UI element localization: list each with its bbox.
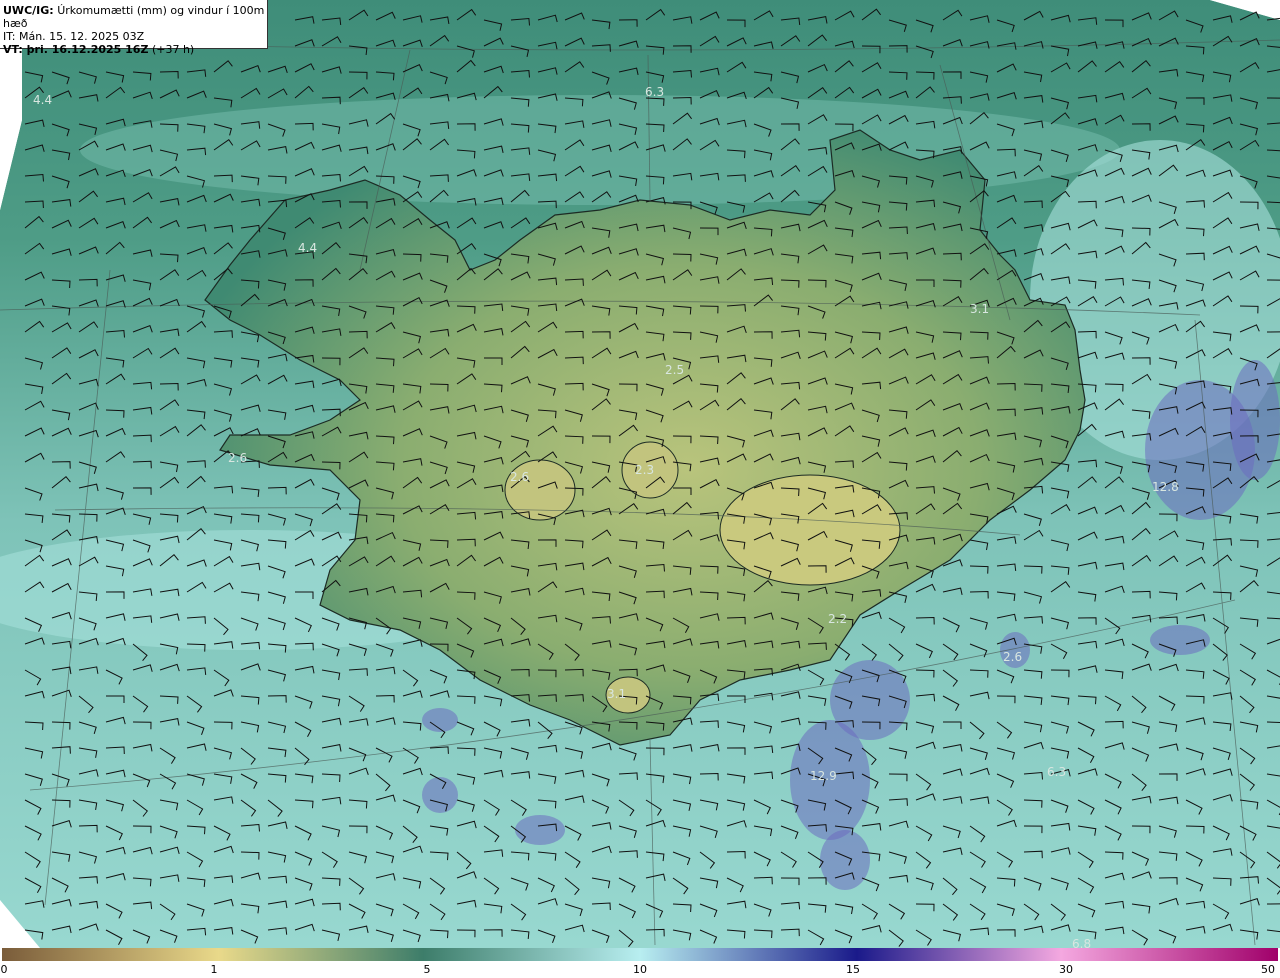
precip-value-label: 2.2 bbox=[828, 612, 847, 626]
precip-value-label: 12.8 bbox=[1152, 480, 1179, 494]
title-prefix: UWC/IG: bbox=[3, 4, 54, 17]
heavy-precip-patch bbox=[422, 777, 458, 813]
precip-value-label: 6.3 bbox=[1047, 765, 1066, 779]
init-time: IT: Mán. 15. 12. 2025 03Z bbox=[3, 30, 145, 43]
precip-value-label: 6.8 bbox=[1072, 937, 1091, 948]
weather-map[interactable]: 4.4 4.4 6.3 3.1 2.5 2.6 2.6 2.3 12.8 2.2 2.6 3.1 12.… bbox=[0, 0, 1280, 948]
precip-value-label: 3.1 bbox=[607, 687, 626, 701]
map-title-box: UWC/IG: Úrkomumætti (mm) og vindur í 100… bbox=[0, 0, 268, 56]
scale-tick-30: 30 bbox=[1059, 963, 1073, 976]
heavy-precip-patch bbox=[820, 830, 870, 890]
scale-tick-10: 10 bbox=[633, 963, 647, 976]
precip-value-label: 6.3 bbox=[645, 85, 664, 99]
scale-tick-15: 15 bbox=[846, 963, 860, 976]
precip-value-label: 2.6 bbox=[228, 451, 247, 465]
color-scale-gradient bbox=[2, 948, 1278, 961]
heavy-precip-patch bbox=[1230, 360, 1280, 480]
precip-value-label: 3.1 bbox=[970, 302, 989, 316]
scale-tick-50: 50 bbox=[1261, 963, 1275, 976]
valid-time: VT: þri. 16.12.2025 16Z bbox=[3, 43, 149, 56]
scale-tick-1: 1 bbox=[210, 963, 218, 976]
lead-time: (+37 h) bbox=[151, 43, 195, 56]
vatnajokull-glacier bbox=[719, 474, 901, 586]
precip-value-label: 2.5 bbox=[665, 363, 684, 377]
precip-value-label: 2.6 bbox=[510, 470, 529, 484]
scale-tick-0: 0 bbox=[0, 963, 8, 976]
precip-value-label: 2.6 bbox=[1003, 650, 1022, 664]
precip-value-label: 2.3 bbox=[635, 463, 654, 477]
precip-value-label: 4.4 bbox=[298, 241, 317, 255]
precip-value-label: 12.9 bbox=[810, 769, 837, 783]
color-scale: 0 1 5 10 15 30 50 bbox=[0, 948, 1280, 978]
scale-tick-5: 5 bbox=[423, 963, 431, 976]
precip-value-label: 4.4 bbox=[33, 93, 52, 107]
